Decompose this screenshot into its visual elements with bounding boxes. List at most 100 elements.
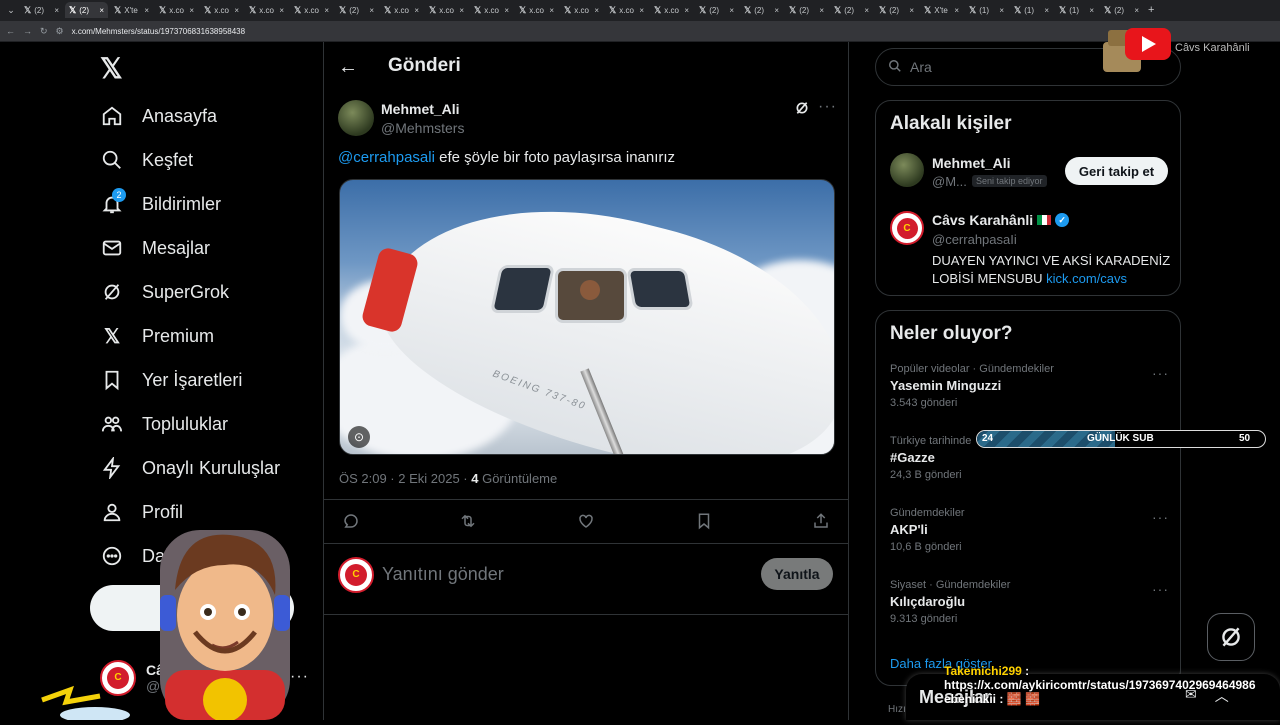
forward-nav-icon[interactable]: → bbox=[23, 26, 32, 36]
tweet-time[interactable]: ÖS 2:09 · 2 Eki 2025 · bbox=[339, 471, 471, 486]
trend-item[interactable]: Siyaset · Gündemdekiler Kılıçdaroğlu 9.3… bbox=[890, 579, 1010, 625]
close-tab-icon[interactable]: × bbox=[369, 6, 374, 15]
site-info-icon[interactable]: ⚙ bbox=[56, 26, 64, 37]
tweet-author-avatar[interactable] bbox=[338, 100, 374, 136]
sidebar-item-supergrok[interactable]: SuperGrok bbox=[100, 280, 229, 304]
back-arrow-icon[interactable]: ← bbox=[338, 56, 358, 79]
close-tab-icon[interactable]: × bbox=[864, 6, 869, 15]
trend-more-icon[interactable]: ··· bbox=[1152, 581, 1169, 597]
grok-fab-button[interactable] bbox=[1207, 613, 1255, 661]
like-icon[interactable] bbox=[577, 512, 595, 535]
browser-tab[interactable]: 𝕏x.co × bbox=[605, 2, 648, 18]
reply-input[interactable]: Yanıtını gönder bbox=[382, 564, 504, 585]
sidebar-item-bookmarks[interactable]: Yer İşaretleri bbox=[100, 368, 242, 392]
close-tab-icon[interactable]: × bbox=[279, 6, 284, 15]
grok-icon[interactable] bbox=[794, 100, 810, 121]
browser-tab[interactable]: 𝕏 (2) × bbox=[20, 2, 63, 18]
footer-link[interactable]: Hızı bbox=[888, 704, 906, 715]
browser-tab[interactable]: 𝕏 (2) × bbox=[740, 2, 783, 18]
reload-icon[interactable]: ↻ bbox=[40, 26, 48, 37]
browser-tab[interactable]: 𝕏x.co × bbox=[650, 2, 693, 18]
media-icon[interactable]: ⊙ bbox=[348, 426, 370, 448]
browser-tab[interactable]: 𝕏 (2) × bbox=[875, 2, 918, 18]
share-icon[interactable] bbox=[812, 512, 830, 535]
browser-tab[interactable]: 𝕏x.co × bbox=[515, 2, 558, 18]
close-tab-icon[interactable]: × bbox=[639, 6, 644, 15]
more-options-icon[interactable]: ··· bbox=[818, 98, 837, 116]
browser-tab[interactable]: 𝕏x.co × bbox=[380, 2, 423, 18]
bio-link[interactable]: kick.com/cavs bbox=[1046, 271, 1127, 286]
tweet-author-handle[interactable]: @Mehmsters bbox=[381, 120, 464, 136]
sidebar-item-home[interactable]: Anasayfa bbox=[100, 104, 217, 128]
browser-tab[interactable]: 𝕏x.co × bbox=[425, 2, 468, 18]
trend-more-icon[interactable]: ··· bbox=[1152, 365, 1169, 381]
url-text[interactable]: x.com/Mehmsters/status/19737068316389584… bbox=[72, 27, 245, 36]
close-tab-icon[interactable]: × bbox=[999, 6, 1004, 15]
close-tab-icon[interactable]: × bbox=[99, 6, 104, 15]
trend-item[interactable]: Türkiye tarihinde #Gazze 24,3 B gönderi bbox=[890, 435, 971, 481]
close-tab-icon[interactable]: × bbox=[234, 6, 239, 15]
close-tab-icon[interactable]: × bbox=[729, 6, 734, 15]
trend-item[interactable]: Popüler videolar · Gündemdekiler Yasemin… bbox=[890, 363, 1054, 409]
tweet-image[interactable]: BOEING 737-80 ⊙ bbox=[339, 179, 835, 455]
close-tab-icon[interactable]: × bbox=[1044, 6, 1049, 15]
close-tab-icon[interactable]: × bbox=[54, 6, 59, 15]
tab-search-icon[interactable]: ⌄ bbox=[4, 5, 18, 16]
mention-link[interactable]: @cerrahpasali bbox=[338, 149, 435, 166]
sidebar-item-communities[interactable]: Topluluklar bbox=[100, 412, 228, 436]
trend-more-icon[interactable]: ··· bbox=[1152, 509, 1169, 525]
reply-button[interactable]: Yanıtla bbox=[761, 558, 833, 590]
browser-tab[interactable]: 𝕏 (2) × bbox=[785, 2, 828, 18]
close-tab-icon[interactable]: × bbox=[819, 6, 824, 15]
close-tab-icon[interactable]: × bbox=[324, 6, 329, 15]
sidebar-item-explore[interactable]: Keşfet bbox=[100, 148, 193, 172]
x-logo-icon[interactable]: 𝕏 bbox=[100, 52, 123, 85]
repost-icon[interactable] bbox=[459, 512, 477, 535]
close-tab-icon[interactable]: × bbox=[774, 6, 779, 15]
close-tab-icon[interactable]: × bbox=[594, 6, 599, 15]
follow-back-button[interactable]: Geri takip et bbox=[1065, 157, 1168, 185]
avatar[interactable]: C bbox=[890, 211, 924, 245]
close-tab-icon[interactable]: × bbox=[144, 6, 149, 15]
browser-tab[interactable]: 𝕏x.co × bbox=[560, 2, 603, 18]
main-column: ← Gönderi Mehmet_Ali @Mehmsters ··· @cer… bbox=[323, 42, 849, 720]
browser-tab[interactable]: 𝕏 (2) × bbox=[695, 2, 738, 18]
browser-tab[interactable]: 𝕏 (1) × bbox=[1055, 2, 1098, 18]
close-tab-icon[interactable]: × bbox=[504, 6, 509, 15]
browser-tab[interactable]: 𝕏x.co × bbox=[245, 2, 288, 18]
browser-tab[interactable]: 𝕏 (2) × bbox=[65, 2, 108, 18]
bookmark-icon[interactable] bbox=[695, 512, 713, 535]
address-bar[interactable]: ← → ↻ ⚙ x.com/Mehmsters/status/197370683… bbox=[0, 21, 1280, 41]
browser-tab[interactable]: 𝕏 (1) × bbox=[1010, 2, 1053, 18]
close-tab-icon[interactable]: × bbox=[549, 6, 554, 15]
close-tab-icon[interactable]: × bbox=[459, 6, 464, 15]
tweet-author-name[interactable]: Mehmet_Ali bbox=[381, 101, 460, 117]
browser-tab[interactable]: 𝕏 X'te × bbox=[110, 2, 153, 18]
browser-tab[interactable]: 𝕏x.co × bbox=[200, 2, 243, 18]
browser-tab[interactable]: 𝕏 (2) × bbox=[1100, 2, 1143, 18]
sidebar-item-verified-orgs[interactable]: Onaylı Kuruluşlar bbox=[100, 456, 280, 480]
browser-tab[interactable]: 𝕏 (1) × bbox=[965, 2, 1008, 18]
browser-tab[interactable]: 𝕏 X'te × bbox=[920, 2, 963, 18]
browser-tab[interactable]: 𝕏x.co × bbox=[290, 2, 333, 18]
reply-icon[interactable] bbox=[342, 512, 360, 535]
person-name[interactable]: Mehmet_Ali bbox=[932, 155, 1011, 171]
new-tab-icon[interactable]: + bbox=[1148, 4, 1154, 16]
close-tab-icon[interactable]: × bbox=[414, 6, 419, 15]
sidebar-item-premium[interactable]: 𝕏 Premium bbox=[100, 324, 214, 348]
person-name-row[interactable]: Câvs Karahânli ✓ bbox=[932, 212, 1070, 228]
close-tab-icon[interactable]: × bbox=[189, 6, 194, 15]
browser-tab[interactable]: 𝕏 (2) × bbox=[335, 2, 378, 18]
close-tab-icon[interactable]: × bbox=[684, 6, 689, 15]
trend-item[interactable]: Gündemdekiler AKP'li 10,6 B gönderi bbox=[890, 507, 965, 553]
close-tab-icon[interactable]: × bbox=[1134, 6, 1139, 15]
back-nav-icon[interactable]: ← bbox=[6, 26, 15, 36]
sidebar-item-messages[interactable]: Mesajlar bbox=[100, 236, 210, 260]
browser-tab[interactable]: 𝕏x.co × bbox=[155, 2, 198, 18]
close-tab-icon[interactable]: × bbox=[909, 6, 914, 15]
close-tab-icon[interactable]: × bbox=[954, 6, 959, 15]
close-tab-icon[interactable]: × bbox=[1089, 6, 1094, 15]
avatar[interactable] bbox=[890, 153, 924, 187]
browser-tab[interactable]: 𝕏 (2) × bbox=[830, 2, 873, 18]
browser-tab[interactable]: 𝕏x.co × bbox=[470, 2, 513, 18]
